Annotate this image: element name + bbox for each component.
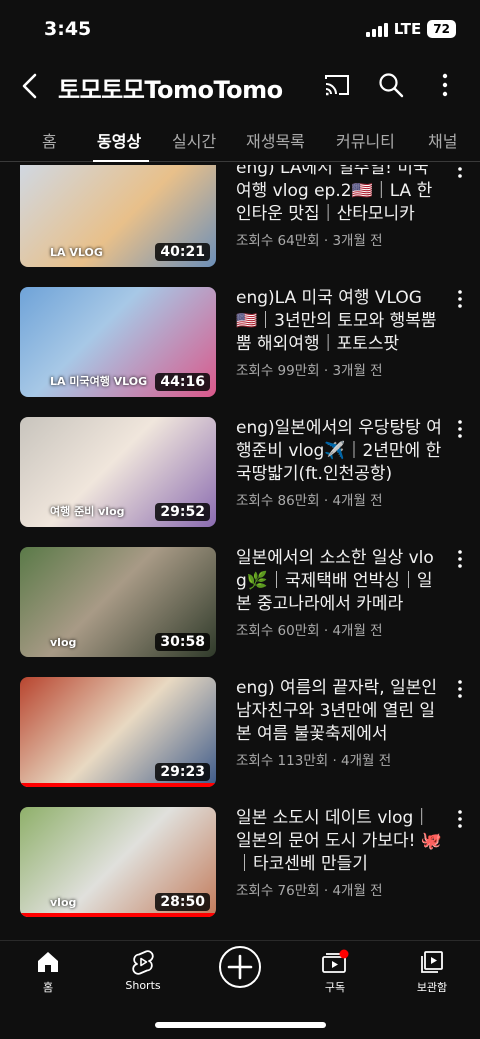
video-meta: 조회수 113만회 · 4개월 전	[236, 753, 392, 769]
duration-badge: 30:58	[155, 633, 210, 651]
video-meta: 조회수 64만회 · 3개월 전	[236, 233, 383, 249]
watch-progress-bar	[20, 783, 216, 787]
channel-header: 토모토모TomoTomo	[0, 60, 480, 112]
video-meta: 조회수 99만회 · 3개월 전	[236, 363, 383, 379]
video-row[interactable]: LA VLOG 40:21 eng) LA에서 일주일! 미국 여행 vlog …	[0, 165, 480, 277]
nav-library-label: 보관함	[416, 981, 448, 994]
battery-icon: 72	[427, 20, 456, 38]
watch-progress-bar	[20, 913, 216, 917]
video-meta: 조회수 60만회 · 4개월 전	[236, 623, 383, 639]
video-meta: 조회수 86만회 · 4개월 전	[236, 493, 383, 509]
video-menu-icon[interactable]	[454, 679, 466, 699]
tab-playlists[interactable]: 재생목록	[246, 128, 305, 152]
video-info: eng)LA 미국 여행 VLOG 🇺🇸｜3년만의 토모와 행복뿜뿜 해외여행｜…	[236, 287, 444, 379]
tab-live[interactable]: 실시간	[172, 128, 216, 152]
video-menu-icon[interactable]	[454, 809, 466, 829]
video-title[interactable]: 일본 소도시 데이트 vlog｜일본의 문어 도시 가보다! 🐙｜타코센베 만들…	[236, 807, 444, 876]
video-thumbnail[interactable]: 29:23	[20, 677, 216, 787]
video-title[interactable]: eng)일본에서의 우당탕탕 여행준비 vlog✈️｜2년만에 한국땅밟기(ft…	[236, 417, 444, 486]
video-title[interactable]: eng) LA에서 일주일! 미국 여행 vlog ep.2🇺🇸｜LA 한인타운…	[236, 165, 444, 226]
video-row[interactable]: vlog 28:50 일본 소도시 데이트 vlog｜일본의 문어 도시 가보다…	[0, 807, 480, 927]
nav-shorts[interactable]: Shorts	[103, 949, 183, 992]
video-meta: 조회수 76만회 · 4개월 전	[236, 883, 383, 899]
search-icon[interactable]	[376, 70, 406, 100]
status-time: 3:45	[44, 18, 92, 40]
nav-subscriptions[interactable]: 구독	[295, 949, 375, 995]
nav-home-label: 홈	[42, 981, 54, 994]
active-tab-indicator	[93, 160, 149, 162]
nav-subscriptions-label: 구독	[324, 981, 346, 994]
thumbnail-caption: LA VLOG	[50, 246, 103, 259]
home-icon	[38, 952, 58, 972]
channel-title: 토모토모TomoTomo	[58, 76, 283, 104]
nav-home[interactable]: 홈	[8, 949, 88, 995]
plus-icon	[227, 954, 253, 980]
video-thumbnail[interactable]: vlog 30:58	[20, 547, 216, 657]
video-title[interactable]: eng) 여름의 끝자락, 일본인 남자친구와 3년만에 열린 일본 여름 불꽃…	[236, 677, 444, 746]
shorts-icon	[132, 950, 154, 975]
video-thumbnail[interactable]: 여행 준비 vlog 29:52	[20, 417, 216, 527]
video-menu-icon[interactable]	[454, 289, 466, 309]
thumbnail-caption: vlog	[50, 636, 77, 649]
video-thumbnail[interactable]: LA VLOG 40:21	[20, 165, 216, 267]
tab-channel[interactable]: 채널	[428, 128, 457, 152]
video-info: eng)일본에서의 우당탕탕 여행준비 vlog✈️｜2년만에 한국땅밟기(ft…	[236, 417, 444, 509]
video-menu-icon[interactable]	[454, 419, 466, 439]
nav-shorts-label: Shorts	[125, 979, 161, 992]
create-button[interactable]	[219, 946, 261, 988]
video-thumbnail[interactable]: LA 미국여행 VLOG 44:16	[20, 287, 216, 397]
duration-badge: 28:50	[155, 893, 210, 911]
status-bar: 3:45 LTE 72	[0, 0, 480, 60]
video-info: eng) 여름의 끝자락, 일본인 남자친구와 3년만에 열린 일본 여름 불꽃…	[236, 677, 444, 769]
signal-icon	[365, 21, 388, 37]
video-row[interactable]: 여행 준비 vlog 29:52 eng)일본에서의 우당탕탕 여행준비 vlo…	[0, 417, 480, 537]
video-thumbnail[interactable]: vlog 28:50	[20, 807, 216, 917]
thumbnail-caption: 여행 준비 vlog	[50, 505, 125, 518]
duration-badge: 29:52	[155, 503, 210, 521]
duration-badge: 40:21	[155, 243, 210, 261]
library-icon	[421, 951, 443, 973]
network-label: LTE	[393, 20, 422, 38]
subscriptions-icon	[322, 949, 349, 973]
status-indicators: LTE 72	[365, 20, 456, 38]
video-menu-icon[interactable]	[454, 165, 466, 179]
thumbnail-caption: LA 미국여행 VLOG	[50, 375, 148, 388]
video-title[interactable]: 일본에서의 소소한 일상 vlog🌿｜국제택배 언박싱｜일본 중고나라에서 카메…	[236, 547, 444, 616]
video-info: eng) LA에서 일주일! 미국 여행 vlog ep.2🇺🇸｜LA 한인타운…	[236, 165, 444, 249]
video-row[interactable]: vlog 30:58 일본에서의 소소한 일상 vlog🌿｜국제택배 언박싱｜일…	[0, 547, 480, 667]
duration-badge: 29:23	[155, 763, 210, 781]
video-row[interactable]: LA 미국여행 VLOG 44:16 eng)LA 미국 여행 VLOG 🇺🇸｜…	[0, 287, 480, 407]
thumbnail-caption: vlog	[50, 896, 77, 909]
video-row[interactable]: 29:23 eng) 여름의 끝자락, 일본인 남자친구와 3년만에 열린 일본…	[0, 677, 480, 797]
nav-library[interactable]: 보관함	[392, 949, 472, 995]
duration-badge: 44:16	[155, 373, 210, 391]
video-menu-icon[interactable]	[454, 549, 466, 569]
back-arrow-icon[interactable]	[16, 70, 44, 102]
home-indicator	[155, 1022, 326, 1028]
tab-videos[interactable]: 동영상	[97, 128, 141, 152]
tab-home[interactable]: 홈	[42, 128, 57, 152]
video-info: 일본에서의 소소한 일상 vlog🌿｜국제택배 언박싱｜일본 중고나라에서 카메…	[236, 547, 444, 639]
more-options-icon[interactable]	[430, 70, 460, 100]
channel-tabs: 홈 동영상 실시간 재생목록 커뮤니티 채널	[0, 118, 480, 162]
video-list: LA VLOG 40:21 eng) LA에서 일주일! 미국 여행 vlog …	[0, 165, 480, 940]
video-info: 일본 소도시 데이트 vlog｜일본의 문어 도시 가보다! 🐙｜타코센베 만들…	[236, 807, 444, 899]
cast-icon[interactable]	[322, 70, 352, 100]
tab-community[interactable]: 커뮤니티	[336, 128, 395, 152]
video-title[interactable]: eng)LA 미국 여행 VLOG 🇺🇸｜3년만의 토모와 행복뿜뿜 해외여행｜…	[236, 287, 444, 356]
